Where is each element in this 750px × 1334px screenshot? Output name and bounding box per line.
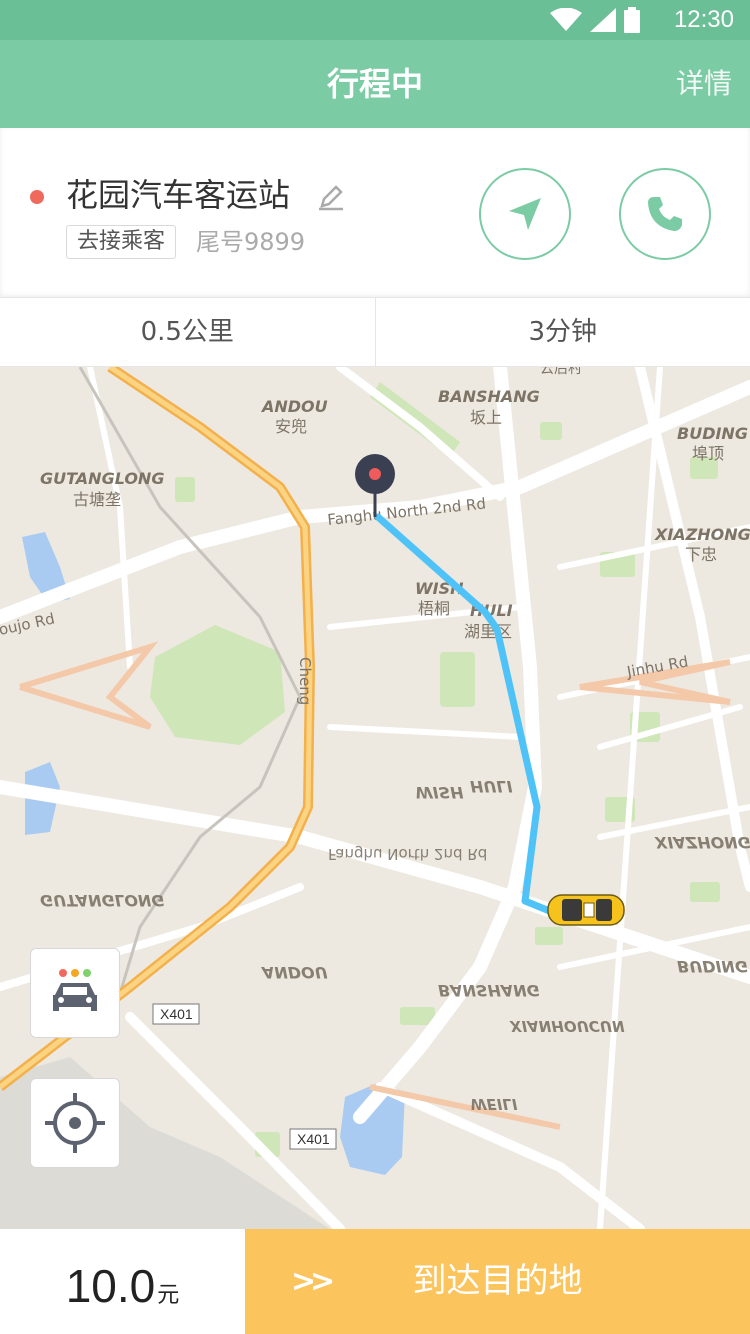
distance-value: 0.5公里 <box>140 317 234 347</box>
map-label-buding-zh: 埠顶 <box>692 444 724 463</box>
station-name: 花园汽车客运站 <box>66 176 291 214</box>
svg-text:Fanghu North 2nd Rd: Fanghu North 2nd Rd <box>328 845 487 863</box>
map-label-buding-en: BUDING <box>677 424 748 443</box>
map-label-road-fanghu: Fanghu North 2nd Rd <box>327 494 487 529</box>
signal-icon <box>590 8 616 32</box>
map-label-gutanglong-en: GUTANGLONG <box>40 469 164 488</box>
map-label-huli-zh: 湖里区 <box>464 622 512 641</box>
trip-stats: 0.5公里 3分钟 <box>0 297 750 367</box>
call-button[interactable] <box>619 168 711 260</box>
traffic-car-icon <box>53 969 97 1011</box>
duration-value: 3分钟 <box>374 298 750 366</box>
map-label-gutanglong-zh: 古塘垄 <box>73 490 121 509</box>
svg-text:BANSHANG: BANSHANG <box>438 981 540 1000</box>
map-label-top: 云后村 <box>540 367 582 377</box>
map-label-road-cheng: Cheng <box>296 657 314 705</box>
wifi-icon <box>550 8 582 31</box>
fare-unit: 元 <box>157 1283 180 1308</box>
tail-number: 尾号9899 <box>196 228 306 256</box>
svg-text:HULI: HULI <box>470 777 513 796</box>
battery-icon <box>624 7 640 33</box>
nav-bar: 行程中 详情 <box>0 40 750 128</box>
svg-text:BUDING: BUDING <box>677 957 748 976</box>
status-bar: 12:30 <box>0 0 750 40</box>
map-label-xiazhong-zh: 下忠 <box>685 545 717 564</box>
map-label-xiazhong-en: XIAZHONG <box>654 525 750 544</box>
navigation-arrow-icon <box>509 198 541 230</box>
edit-icon[interactable] <box>316 182 346 212</box>
svg-text:ANDOU: ANDOU <box>260 963 328 982</box>
traffic-toggle-button[interactable] <box>30 948 120 1038</box>
map-label-wish-zh: 梧桐 <box>418 599 450 618</box>
taxi-car-icon <box>547 894 625 926</box>
map-label-banshang-zh: 坂上 <box>470 408 502 427</box>
arrive-destination-button[interactable]: >> 到达目的地 <box>245 1229 750 1334</box>
svg-text:XIAZHONG: XIAZHONG <box>654 833 750 852</box>
arrive-destination-label: 到达目的地 <box>412 1261 583 1301</box>
detail-link[interactable]: 详情 <box>676 40 732 128</box>
fare-value: 10.0 <box>65 1260 156 1312</box>
fare-display: 10.0 元 <box>0 1229 245 1334</box>
page-title: 行程中 <box>326 65 423 103</box>
map-label-andou-en: ANDOU <box>260 397 328 416</box>
svg-text:WEILI: WEILI <box>470 1095 518 1113</box>
svg-text:GUTANGLONG: GUTANGLONG <box>40 891 164 910</box>
map-label-andou-zh: 安兜 <box>275 417 307 436</box>
navigate-button[interactable] <box>479 168 571 260</box>
svg-text:X401: X401 <box>160 1006 193 1022</box>
status-time: 12:30 <box>673 6 734 33</box>
status-icons <box>550 6 640 34</box>
task-tag: 去接乘客 <box>66 225 177 259</box>
svg-text:WISH: WISH <box>415 783 464 802</box>
bottom-bar: 10.0 元 >> 到达目的地 <box>0 1229 750 1334</box>
phone-icon <box>648 197 682 231</box>
pickup-dot-icon <box>30 190 44 204</box>
svg-text:XIANHOUCUN: XIANHOUCUN <box>509 1017 625 1035</box>
locate-me-button[interactable] <box>30 1078 120 1168</box>
map-label-banshang-en: BANSHANG <box>438 387 540 406</box>
svg-text:X401: X401 <box>297 1131 330 1147</box>
crosshair-icon <box>45 1093 105 1153</box>
